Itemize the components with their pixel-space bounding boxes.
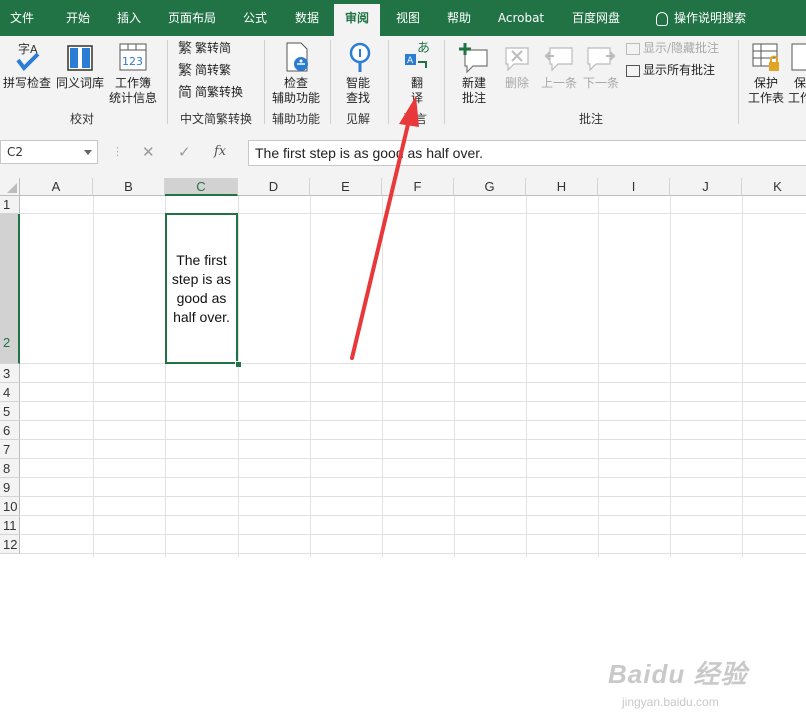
red-arrow-icon — [350, 96, 419, 360]
annotation-arrow-overlay — [350, 96, 419, 360]
baidu-watermark: Baidu 经验 jingyan.baidu.com — [608, 654, 798, 722]
watermark-url: jingyan.baidu.com — [622, 695, 719, 709]
watermark-logo-text: Baidu 经验 — [608, 659, 748, 689]
